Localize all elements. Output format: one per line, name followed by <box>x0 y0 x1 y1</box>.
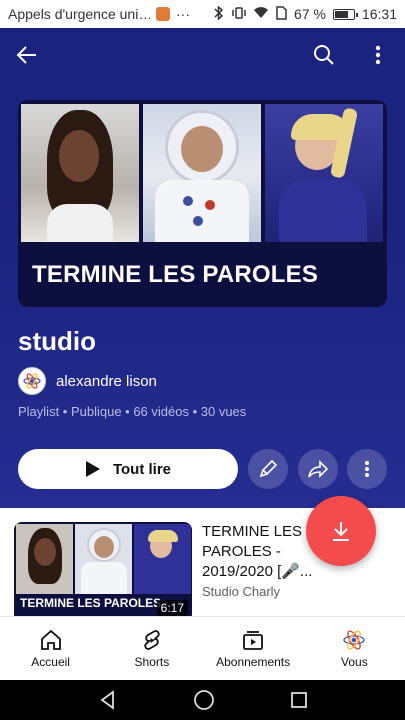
shorts-icon <box>144 630 160 650</box>
more-vert-icon <box>365 461 369 477</box>
app-notification-icon <box>156 7 170 21</box>
video-channel: Studio Charly <box>202 584 281 599</box>
atom-avatar-icon <box>343 630 366 650</box>
bottom-navigation: Accueil Shorts Abonnements Vous <box>0 616 405 680</box>
search-button[interactable] <box>307 38 341 72</box>
play-icon <box>85 461 100 477</box>
nav-you[interactable]: Vous <box>304 617 405 680</box>
nav-you-label: Vous <box>341 655 368 669</box>
wifi-icon <box>253 6 269 22</box>
video-thumb-photo-1 <box>16 524 73 594</box>
more-vert-icon <box>375 45 381 65</box>
arrow-left-icon <box>16 46 36 64</box>
nav-subscriptions-label: Abonnements <box>216 655 291 669</box>
sim-icon <box>276 5 287 23</box>
thumbnail-title: TERMINE LES PAROLES <box>32 261 319 288</box>
thumbnail-photo-3 <box>265 104 383 242</box>
home-circle-icon[interactable] <box>193 689 215 711</box>
avatar <box>18 367 46 395</box>
atom-avatar-icon <box>23 373 41 389</box>
playlist-owner[interactable]: alexandre lison <box>18 367 157 395</box>
top-app-bar <box>0 28 405 82</box>
battery-icon <box>332 8 358 20</box>
bluetooth-icon <box>213 4 225 23</box>
share-button[interactable] <box>298 449 338 489</box>
video-thumbnail[interactable]: TERMINE LES PAROLES 6:17 <box>14 522 192 622</box>
video-thumb-photo-3 <box>134 524 191 594</box>
search-icon <box>314 45 334 65</box>
clock: 16:31 <box>361 6 397 22</box>
playlist-more-button[interactable] <box>347 449 387 489</box>
nav-shorts-label: Shorts <box>134 655 170 669</box>
share-icon <box>308 460 329 478</box>
more-options-button[interactable] <box>361 38 395 72</box>
thumbnail-photo-2 <box>143 104 261 242</box>
more-notifications-icon: ··· <box>176 6 190 22</box>
pencil-icon <box>259 459 278 478</box>
playlist-thumbnail[interactable]: TERMINE LES PAROLES <box>18 100 387 307</box>
playlist-header: TERMINE LES PAROLES studio alexandre lis… <box>0 28 405 508</box>
video-thumb-photo-2 <box>75 524 132 594</box>
status-bar: Appels d'urgence uni… ··· 67 % 16:31 <box>0 0 405 28</box>
system-navigation-bar <box>0 680 405 720</box>
nav-subscriptions[interactable]: Abonnements <box>203 617 304 680</box>
playlist-title: studio <box>18 326 96 356</box>
thumbnail-photo-1 <box>21 104 139 242</box>
back-triangle-icon[interactable] <box>98 690 118 710</box>
recents-square-icon[interactable] <box>290 691 308 709</box>
playlist-actions: Tout lire <box>18 449 387 489</box>
video-thumb-title: TERMINE LES PAROLES <box>20 596 162 610</box>
nav-shorts[interactable]: Shorts <box>101 617 202 680</box>
home-icon <box>40 629 61 650</box>
play-all-button[interactable]: Tout lire <box>18 449 238 489</box>
nav-home[interactable]: Accueil <box>0 617 101 680</box>
playlist-meta: Playlist • Publique • 66 vidéos • 30 vue… <box>18 404 247 419</box>
notification-text: Appels d'urgence uni… <box>8 6 150 22</box>
download-button[interactable] <box>306 496 376 566</box>
edit-button[interactable] <box>248 449 288 489</box>
subscriptions-icon <box>243 631 264 650</box>
owner-name: alexandre lison <box>56 372 157 390</box>
play-all-label: Tout lire <box>112 460 172 478</box>
download-icon <box>333 522 349 541</box>
nav-home-label: Accueil <box>31 655 70 669</box>
battery-percent: 67 % <box>294 6 326 22</box>
video-duration: 6:17 <box>156 600 188 616</box>
back-button[interactable] <box>10 38 44 72</box>
vibrate-icon <box>232 6 246 23</box>
